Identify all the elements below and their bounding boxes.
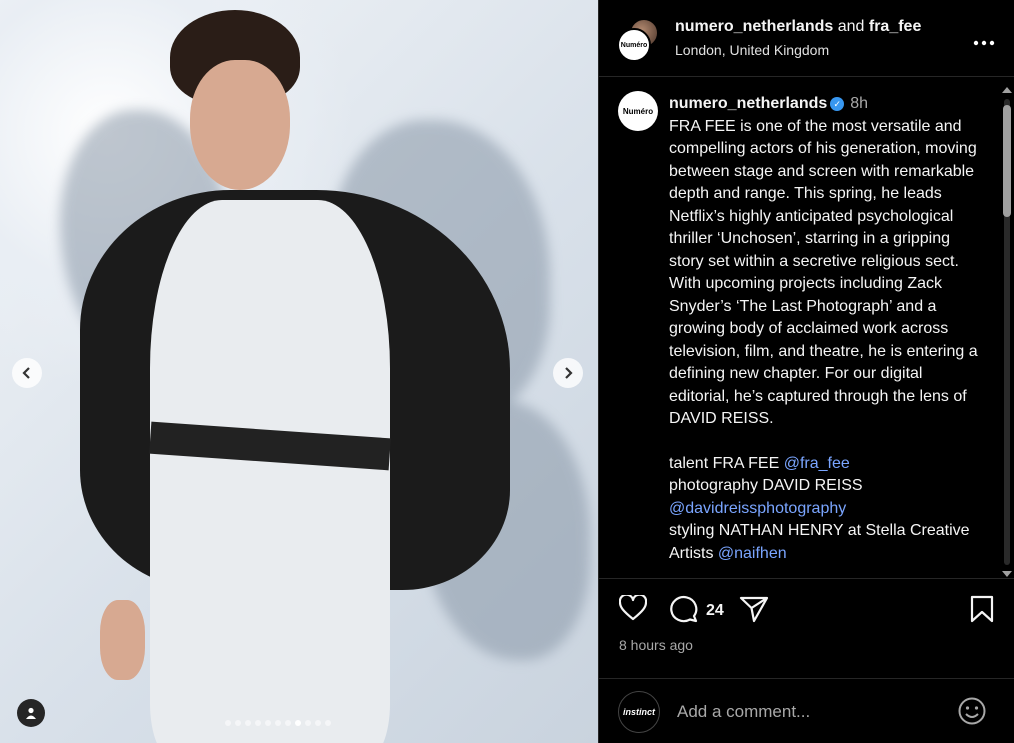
post-location[interactable]: London, United Kingdom — [675, 42, 829, 58]
emoji-button[interactable] — [957, 696, 987, 731]
scroll-thumb[interactable] — [1003, 105, 1011, 217]
carousel-dot — [285, 720, 291, 726]
author-avatars[interactable]: Numéro — [617, 18, 661, 62]
photo-suit — [150, 200, 390, 743]
caption-area[interactable]: Numéro numero_netherlands ✓ 8h FRA FEE is … — [599, 77, 1014, 579]
more-icon — [973, 40, 995, 46]
carousel-indicator — [225, 720, 331, 726]
carousel-dot — [255, 720, 261, 726]
mention-link[interactable]: @naifhen — [718, 545, 787, 562]
caption-text: FRA FEE is one of the most versatile and… — [669, 117, 978, 428]
carousel-next-button[interactable] — [553, 358, 583, 388]
author-avatar[interactable]: Numéro — [617, 28, 651, 62]
carousel-dot — [315, 720, 321, 726]
caption-credit: talent FRA FEE @fra_fee — [669, 454, 850, 472]
caption-scrollbar[interactable] — [1001, 85, 1013, 578]
mention-link[interactable]: @davidreissphotography — [669, 500, 846, 517]
carousel-dot — [325, 720, 331, 726]
caption-body: numero_netherlands ✓ 8h FRA FEE is one of … — [669, 93, 984, 565]
current-user-avatar[interactable]: instinct — [618, 691, 660, 733]
post-media[interactable] — [0, 0, 598, 743]
share-button[interactable] — [739, 595, 769, 628]
collaborator-username[interactable]: fra_fee — [869, 18, 921, 35]
photo-hand — [100, 600, 145, 680]
post-panel: Numéro numero_netherlands and fra_fee Lo… — [598, 0, 1014, 743]
user-tag-button[interactable] — [17, 699, 45, 727]
carousel-prev-button[interactable] — [12, 358, 42, 388]
carousel-dot — [235, 720, 241, 726]
chevron-right-icon — [565, 367, 573, 379]
like-button[interactable] — [618, 593, 648, 626]
carousel-dot — [265, 720, 271, 726]
carousel-dot — [275, 720, 281, 726]
scroll-up-arrow[interactable] — [1002, 87, 1012, 93]
comment-icon — [670, 596, 698, 623]
user-tag-icon — [26, 707, 36, 719]
carousel-dot — [245, 720, 251, 726]
caption-username[interactable]: numero_netherlands — [669, 95, 827, 112]
emoji-icon — [958, 697, 986, 725]
comment-input[interactable] — [675, 699, 939, 725]
carousel-dot — [225, 720, 231, 726]
scroll-down-arrow[interactable] — [1002, 571, 1012, 577]
caption-author-avatar[interactable]: Numéro — [618, 91, 658, 131]
comment-button[interactable] — [668, 595, 698, 628]
comment-count: 24 — [706, 602, 724, 619]
author-username[interactable]: numero_netherlands — [675, 18, 833, 35]
share-icon — [739, 596, 769, 623]
authors-conjunction: and — [837, 18, 865, 35]
caption-credit: photography DAVID REISS @davidreissphoto… — [669, 477, 863, 517]
comment-box: instinct — [599, 678, 1014, 743]
post-actions: 24 8 hours ago — [599, 580, 1014, 680]
verified-icon: ✓ — [830, 97, 845, 111]
caption-time: 8h — [850, 95, 869, 112]
post-header: Numéro numero_netherlands and fra_fee Lo… — [599, 0, 1014, 77]
more-options-button[interactable] — [973, 26, 995, 52]
mention-link[interactable]: @fra_fee — [784, 455, 850, 472]
post-timestamp[interactable]: 8 hours ago — [619, 637, 693, 653]
save-button[interactable] — [970, 595, 994, 628]
heart-icon — [618, 593, 648, 621]
carousel-dot — [305, 720, 311, 726]
carousel-dot — [295, 720, 301, 726]
photo-face — [190, 60, 290, 190]
post-authors: numero_netherlands and fra_fee — [675, 18, 921, 36]
bookmark-icon — [970, 595, 994, 623]
chevron-left-icon — [22, 367, 30, 379]
caption-credit: styling NATHAN HENRY at Stella Creative … — [669, 522, 970, 562]
